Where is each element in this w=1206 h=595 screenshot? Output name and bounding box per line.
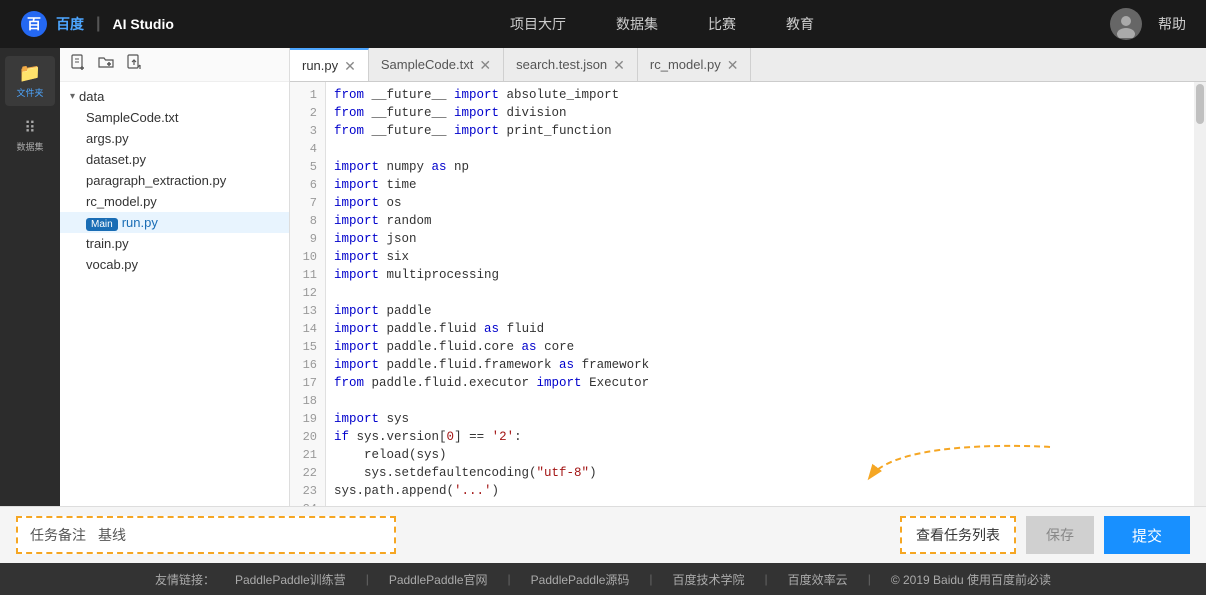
nav-link-projects[interactable]: 项目大厅 [510, 14, 566, 34]
close-icon[interactable]: ✕ [344, 59, 356, 73]
tab-label: search.test.json [516, 57, 607, 72]
new-folder-icon[interactable] [98, 54, 114, 75]
footer: 友情链接： PaddlePaddle训练营 | PaddlePaddle官网 |… [0, 563, 1206, 595]
tab-samplecode[interactable]: SampleCode.txt ✕ [369, 48, 504, 81]
nav-link-education[interactable]: 教育 [786, 14, 814, 34]
editor-area: run.py ✕ SampleCode.txt ✕ search.test.js… [290, 48, 1206, 506]
logo-divider: | [96, 15, 100, 33]
baseline-label: 基线 [98, 525, 126, 545]
sidebar-item-files[interactable]: 📁 文件夹 [5, 56, 55, 106]
tab-bar: run.py ✕ SampleCode.txt ✕ search.test.js… [290, 48, 1206, 82]
footer-link-paddlesrc[interactable]: PaddlePaddle源码 [531, 571, 630, 588]
task-note-label: 任务备注 [30, 525, 86, 545]
sidebar-item-datasets[interactable]: ⠿ 数据集 [5, 110, 55, 160]
nav-link-competition[interactable]: 比赛 [708, 14, 736, 34]
upload-icon[interactable] [126, 54, 142, 75]
task-note-area: 任务备注 基线 [16, 516, 396, 554]
close-icon[interactable]: ✕ [479, 58, 491, 72]
sidebar: 📁 文件夹 ⠿ 数据集 [0, 48, 60, 506]
new-file-icon[interactable] [70, 54, 86, 75]
list-item[interactable]: paragraph_extraction.py [60, 170, 289, 191]
view-tasks-button[interactable]: 查看任务列表 [900, 516, 1016, 554]
nav-link-datasets[interactable]: 数据集 [616, 14, 658, 34]
svg-text:百: 百 [27, 16, 41, 32]
file-explorer: ▾ data SampleCode.txt args.py dataset.py… [60, 48, 290, 506]
footer-link-efficiency[interactable]: 百度效率云 [788, 571, 848, 588]
active-file-name: run.py [122, 215, 158, 230]
logo-brand-text: AI Studio [112, 16, 173, 32]
nav-logo: 百 百度 | AI Studio [20, 10, 174, 38]
folder-data[interactable]: ▾ data [60, 86, 289, 107]
tab-search-test[interactable]: search.test.json ✕ [504, 48, 638, 81]
footer-sep: | [868, 572, 871, 586]
tab-label: rc_model.py [650, 57, 721, 72]
submit-button[interactable]: 提交 [1104, 516, 1190, 554]
footer-link-techacademy[interactable]: 百度技术学院 [673, 571, 745, 588]
grid-icon: ⠿ [24, 118, 36, 138]
list-item-active[interactable]: Main run.py [60, 212, 289, 233]
close-icon[interactable]: ✕ [613, 58, 625, 72]
logo-baidu-text: 百度 [56, 14, 84, 34]
top-nav: 百 百度 | AI Studio 项目大厅 数据集 比赛 教育 帮助 [0, 0, 1206, 48]
chevron-down-icon: ▾ [70, 91, 75, 102]
file-explorer-header [60, 48, 289, 82]
save-button[interactable]: 保存 [1026, 516, 1094, 554]
action-row: 任务备注 基线 查看任务列表 保存 提交 [0, 507, 1206, 563]
list-item[interactable]: rc_model.py [60, 191, 289, 212]
list-item[interactable]: train.py [60, 233, 289, 254]
footer-sep: | [366, 572, 369, 586]
footer-sep: | [508, 572, 511, 586]
scrollbar[interactable] [1194, 82, 1206, 506]
line-numbers: 12345 678910 1112131415 1617181920 21222… [290, 82, 326, 506]
footer-sep: | [765, 572, 768, 586]
list-item[interactable]: SampleCode.txt [60, 107, 289, 128]
list-item[interactable]: dataset.py [60, 149, 289, 170]
footer-link-paddlecamp[interactable]: PaddlePaddle训练营 [235, 571, 346, 588]
folder-name: data [79, 89, 104, 104]
list-item[interactable]: vocab.py [60, 254, 289, 275]
avatar[interactable] [1110, 8, 1142, 40]
main-badge: Main [86, 218, 118, 231]
sidebar-label-datasets: 数据集 [16, 140, 43, 153]
footer-copyright: © 2019 Baidu 使用百度前必读 [891, 571, 1051, 588]
footer-link-paddleweb[interactable]: PaddlePaddle官网 [389, 571, 488, 588]
nav-help[interactable]: 帮助 [1158, 14, 1186, 34]
code-content: 12345 678910 1112131415 1617181920 21222… [290, 82, 1206, 506]
bottom-action-bar: 任务备注 基线 查看任务列表 保存 提交 [0, 506, 1206, 563]
view-tasks-label: 查看任务列表 [916, 525, 1000, 545]
code-editor[interactable]: from __future__ import absolute_import f… [326, 82, 1194, 506]
sidebar-label-files: 文件夹 [16, 86, 43, 99]
tab-rc-model[interactable]: rc_model.py ✕ [638, 48, 752, 81]
tab-run-py[interactable]: run.py ✕ [290, 48, 369, 81]
list-item[interactable]: args.py [60, 128, 289, 149]
folder-icon: 📁 [19, 63, 41, 84]
baidu-logo-icon: 百 [20, 10, 48, 38]
footer-sep: | [649, 572, 652, 586]
tab-label: SampleCode.txt [381, 57, 474, 72]
scroll-thumb [1196, 84, 1204, 124]
file-tree: ▾ data SampleCode.txt args.py dataset.py… [60, 82, 289, 506]
baseline-input[interactable] [126, 527, 382, 543]
close-icon[interactable]: ✕ [727, 58, 739, 72]
avatar-icon [1112, 10, 1140, 38]
tab-label: run.py [302, 58, 338, 73]
footer-prefix: 友情链接： [155, 571, 215, 588]
nav-links: 项目大厅 数据集 比赛 教育 [214, 14, 1110, 34]
nav-right: 帮助 [1110, 8, 1186, 40]
